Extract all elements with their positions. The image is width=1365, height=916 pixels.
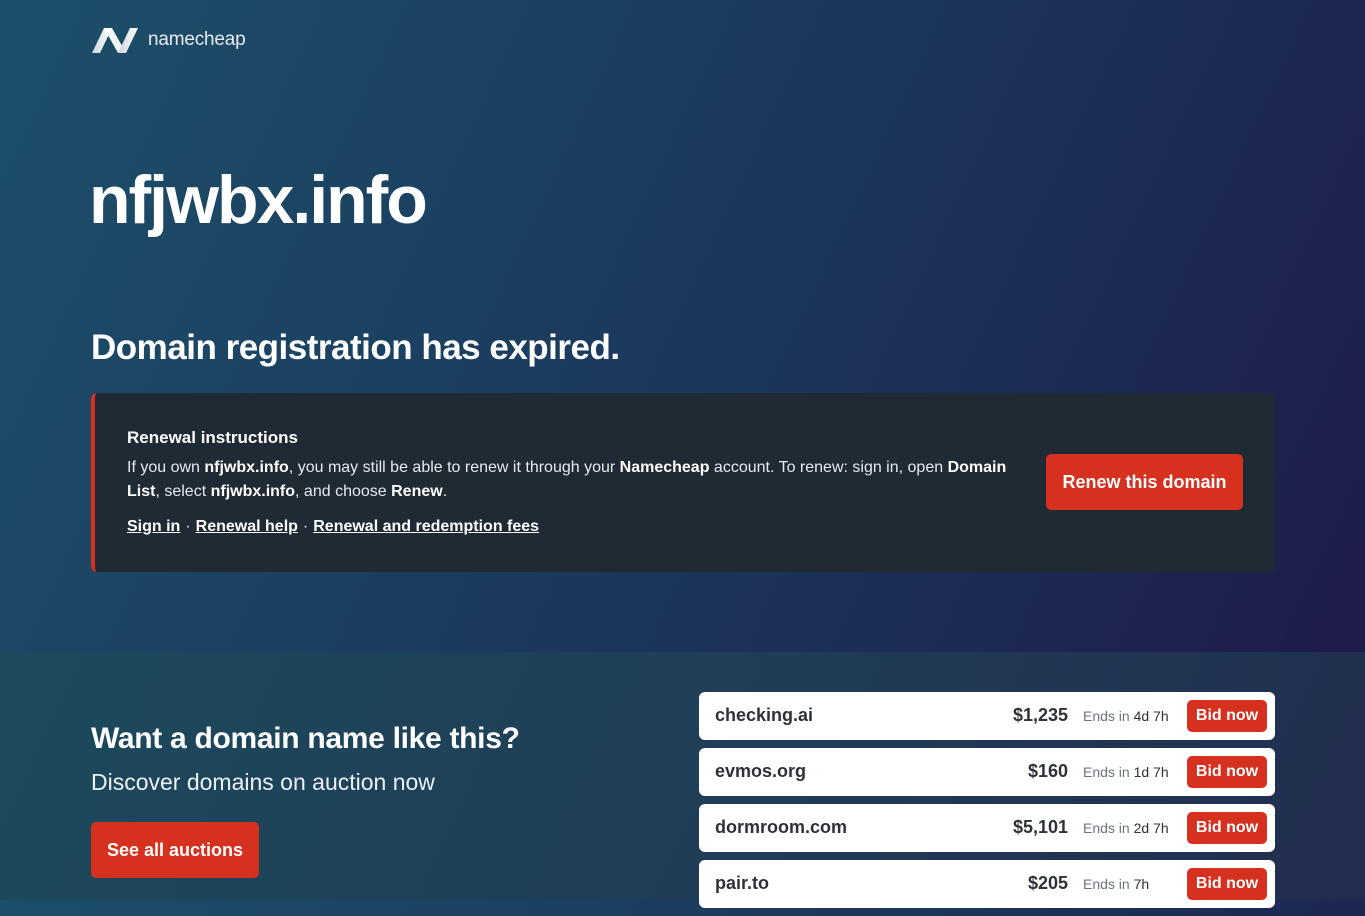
auction-price: $205 [1027,873,1068,893]
domain-name-bold: nfjwbx.info [204,459,289,476]
auction-domain-name[interactable]: evmos.org [715,761,806,782]
auction-price: $1,235 [1012,705,1068,725]
brand-bold: Namecheap [619,459,710,476]
brand-logo[interactable]: namecheap [90,26,246,54]
domain-title: nfjwbx.info [89,162,428,238]
namecheap-logo-icon [92,28,138,53]
bid-now-button[interactable]: Bid now [1187,756,1267,788]
renewal-instructions-text: If you own nfjwbx.info, you may still be… [127,459,1007,500]
auction-domain-name[interactable]: pair.to [715,873,769,894]
renew-word-bold: Renew [391,483,443,500]
bid-now-button[interactable]: Bid now [1187,700,1267,732]
renewal-title: Renewal instructions [127,428,298,447]
auction-item[interactable]: dormroom.com $5,101 Ends in 2d 7h Bid no… [699,804,1275,852]
auction-list: checking.ai $1,235 Ends in 4d 7h Bid now… [699,692,1275,916]
link-separator: · [185,518,191,535]
auction-domain-name[interactable]: dormroom.com [715,817,847,838]
bid-now-button[interactable]: Bid now [1187,868,1267,900]
auction-domain-name[interactable]: checking.ai [715,705,813,726]
bid-now-button[interactable]: Bid now [1187,812,1267,844]
link-separator: · [302,518,309,535]
renewal-fees-link[interactable]: Renewal and redemption fees [313,518,539,535]
auction-promo-section: Want a domain name like this? Discover d… [0,652,1365,908]
renewal-links: Sign in · Renewal help · Renewal and redempt… [127,518,539,536]
expired-heading: Domain registration has expired. [91,328,620,367]
auction-item[interactable]: evmos.org $160 Ends in 1d 7h Bid now [699,748,1275,796]
auction-price: $5,101 [1012,817,1068,837]
auction-ends: Ends in 2d 7h [1083,820,1169,836]
domain-name-bold: nfjwbx.info [210,483,296,500]
brand-name: namecheap [148,29,246,50]
auction-heading: Want a domain name like this? [91,722,520,755]
auction-ends: Ends in 7h [1083,876,1150,892]
sign-in-link[interactable]: Sign in [127,518,180,535]
auction-price: $160 [1027,761,1068,781]
auction-ends: Ends in 1d 7h [1083,764,1169,780]
auction-item[interactable]: pair.to $205 Ends in 7h Bid now [699,860,1275,908]
see-all-auctions-button[interactable]: See all auctions [91,822,259,878]
renewal-notice: Renewal instructions If you own nfjwbx.i… [91,393,1275,572]
auction-ends: Ends in 4d 7h [1083,708,1169,724]
renew-domain-button[interactable]: Renew this domain [1046,454,1243,510]
auction-subheading: Discover domains on auction now [91,769,435,795]
auction-item[interactable]: checking.ai $1,235 Ends in 4d 7h Bid now [699,692,1275,740]
renewal-help-link[interactable]: Renewal help [196,518,298,535]
